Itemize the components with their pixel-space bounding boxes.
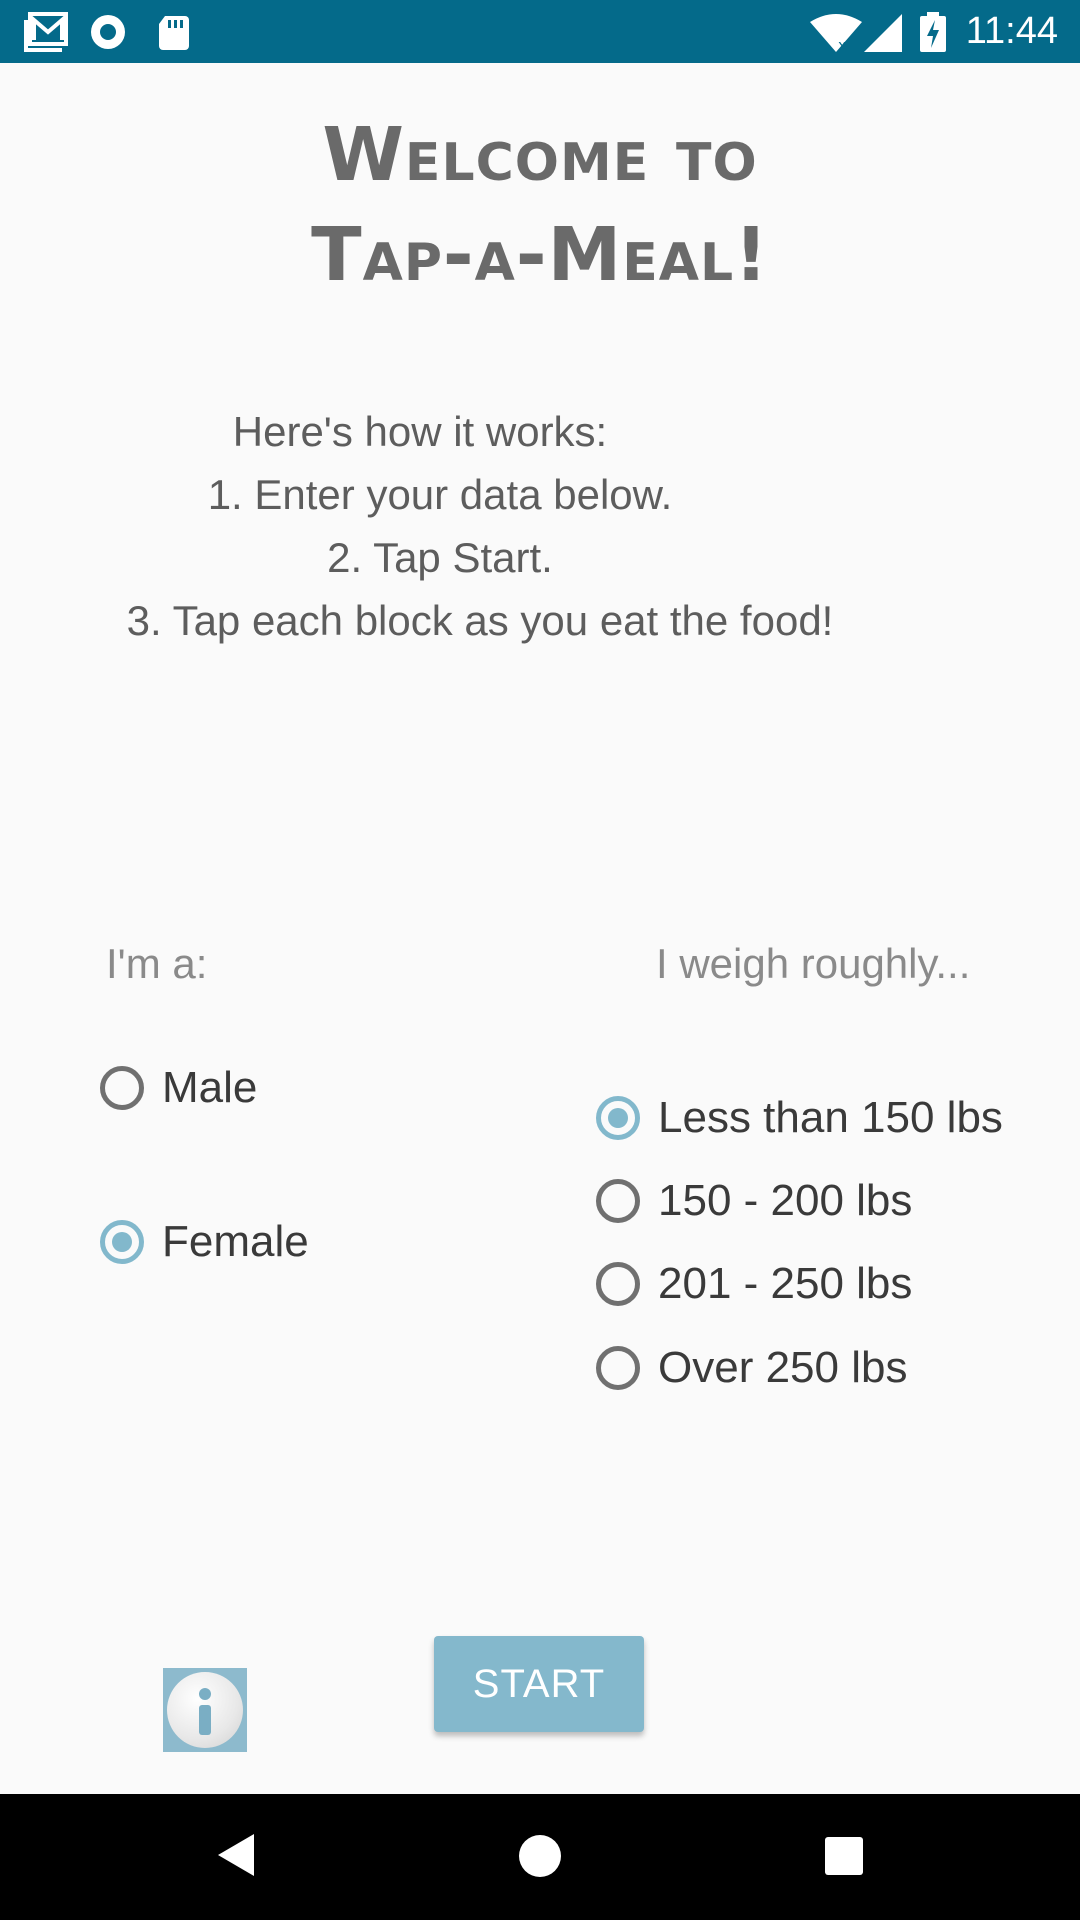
navigation-bar xyxy=(0,1794,1080,1920)
radio-weight-over-250[interactable]: Over 250 lbs xyxy=(596,1343,907,1393)
info-icon xyxy=(167,1672,243,1748)
radio-label-weight-201-250: 201 - 250 lbs xyxy=(658,1259,913,1308)
radio-button-female[interactable] xyxy=(100,1220,144,1264)
gender-label: I'm a: xyxy=(106,940,208,987)
instructions: Here's how it works: 1. Enter your data … xyxy=(120,400,840,652)
radio-button-male[interactable] xyxy=(100,1066,144,1110)
signal-icon xyxy=(864,14,902,52)
title-line-1: Welcome to xyxy=(322,112,758,198)
radio-label-weight-over-250: Over 250 lbs xyxy=(658,1343,908,1392)
radio-button-weight-over-250[interactable] xyxy=(596,1346,640,1390)
weight-label: I weigh roughly... xyxy=(656,940,971,987)
title-line-2: Tap-a-Meal! xyxy=(311,212,769,298)
instruction-line-4: 3. Tap each block as you eat the food! xyxy=(126,597,834,644)
start-button[interactable]: START xyxy=(434,1636,644,1732)
radio-label-male: Male xyxy=(162,1063,258,1112)
battery-charging-icon xyxy=(920,12,946,52)
radio-button-weight-less-150[interactable] xyxy=(596,1096,640,1140)
svg-text:x: x xyxy=(838,38,846,52)
radio-weight-201-250[interactable]: 201 - 250 lbs xyxy=(596,1259,912,1309)
status-time: 11:44 xyxy=(965,10,1058,52)
gmail-icon xyxy=(24,12,68,52)
status-bar: x 11:44 xyxy=(0,0,1080,63)
recents-icon[interactable] xyxy=(824,1836,864,1876)
wifi-icon: x xyxy=(810,14,862,52)
radio-male[interactable]: Male xyxy=(100,1063,257,1113)
radio-label-weight-less-150: Less than 150 lbs xyxy=(658,1093,1003,1142)
home-icon[interactable] xyxy=(518,1834,562,1878)
radio-weight-less-150[interactable]: Less than 150 lbs xyxy=(596,1093,1003,1143)
instruction-line-2: 1. Enter your data below. xyxy=(207,471,673,518)
instruction-line-1: Here's how it works: xyxy=(232,408,608,455)
radio-button-weight-150-200[interactable] xyxy=(596,1179,640,1223)
radio-button-weight-201-250[interactable] xyxy=(596,1262,640,1306)
radio-female[interactable]: Female xyxy=(100,1217,309,1267)
instruction-line-3: 2. Tap Start. xyxy=(327,534,553,581)
info-button[interactable] xyxy=(163,1668,247,1752)
back-icon[interactable] xyxy=(216,1832,256,1878)
radio-label-female: Female xyxy=(162,1217,309,1266)
sd-card-icon xyxy=(159,16,189,50)
radio-weight-150-200[interactable]: 150 - 200 lbs xyxy=(596,1176,912,1226)
radio-icon xyxy=(91,15,125,49)
radio-label-weight-150-200: 150 - 200 lbs xyxy=(658,1176,913,1225)
page-title: Welcome to Tap-a-Meal! xyxy=(0,105,1080,305)
